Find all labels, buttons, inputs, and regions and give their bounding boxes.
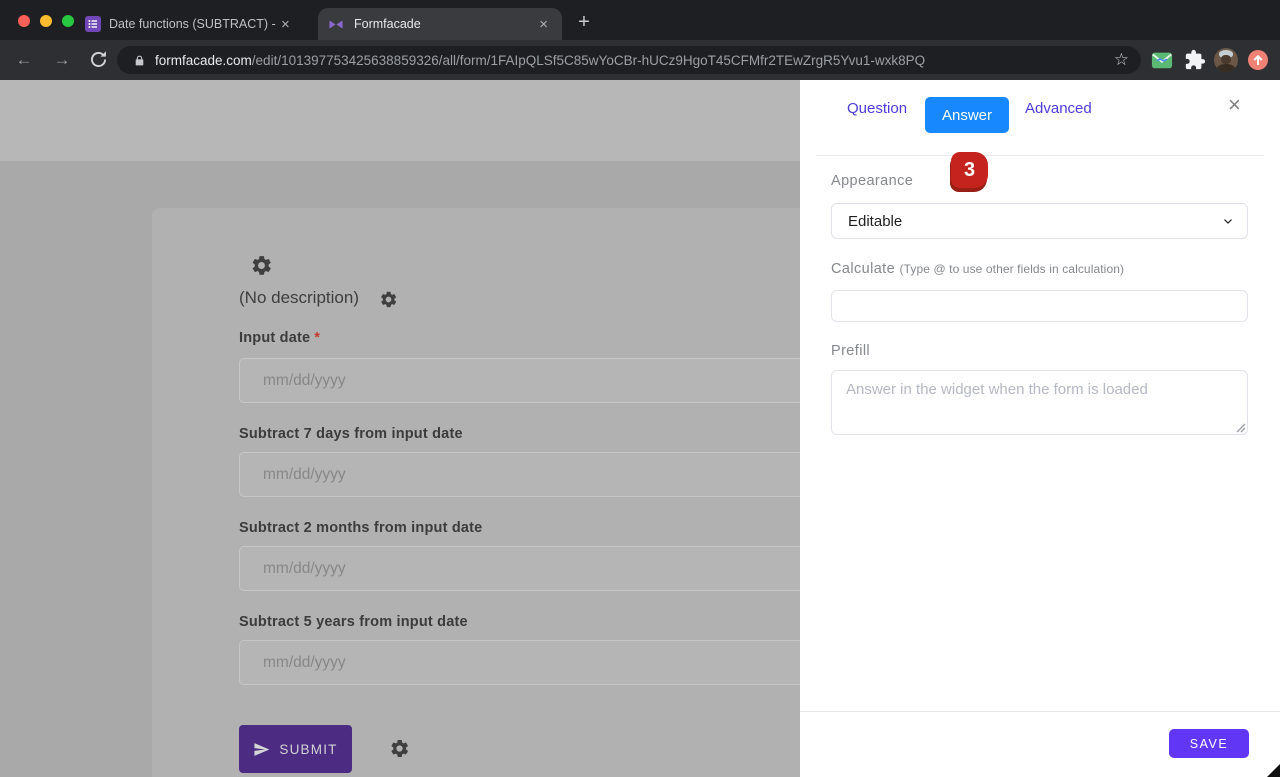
- avatar-face: [1221, 55, 1231, 64]
- url-domain: formfacade.com: [155, 53, 252, 68]
- forward-icon[interactable]: →: [50, 48, 74, 72]
- submit-label: SUBMIT: [279, 742, 337, 757]
- description-settings-gear-icon[interactable]: [379, 290, 398, 309]
- appearance-select[interactable]: Editable: [831, 203, 1248, 239]
- date-field-input-date[interactable]: [239, 358, 863, 403]
- footer-divider: [800, 711, 1280, 712]
- extensions-puzzle-icon[interactable]: [1184, 49, 1206, 71]
- send-icon: [253, 741, 270, 758]
- step-badge: 3: [951, 152, 988, 188]
- date-field-subtract-2-months[interactable]: [239, 546, 863, 591]
- browser-tab-date-functions[interactable]: Date functions (SUBTRACT) - ( ×: [85, 10, 309, 38]
- appearance-selected-value: Editable: [848, 213, 1221, 230]
- back-icon[interactable]: ←: [12, 48, 36, 72]
- tab-close-icon[interactable]: ×: [277, 15, 294, 34]
- application-window: Date functions (SUBTRACT) - ( × Formfaca…: [0, 0, 1280, 777]
- formfacade-favicon: [328, 19, 344, 30]
- tab-answer[interactable]: Answer: [925, 97, 1009, 133]
- required-asterisk: *: [314, 330, 320, 346]
- site-header: Formfacade: [0, 80, 800, 161]
- form-settings-gear-icon[interactable]: [250, 254, 273, 277]
- window-minimize-button[interactable]: [40, 15, 52, 27]
- close-icon[interactable]: ×: [1228, 94, 1241, 116]
- reload-icon[interactable]: [88, 49, 109, 70]
- submit-button[interactable]: SUBMIT: [239, 725, 352, 773]
- tab-question[interactable]: Question: [847, 100, 907, 117]
- google-forms-icon: [85, 16, 101, 32]
- appearance-label: Appearance: [831, 173, 913, 189]
- form-card: (No description) Input date* Subtract 7 …: [152, 208, 858, 777]
- date-field-subtract-7-days[interactable]: [239, 452, 863, 497]
- date-field-subtract-5-years[interactable]: [239, 640, 863, 685]
- tab-title: Date functions (SUBTRACT) - (: [109, 17, 277, 31]
- answer-editor-panel: Question Answer Advanced × 3 Appearance …: [800, 80, 1280, 777]
- lock-icon: [133, 54, 146, 67]
- save-button[interactable]: SAVE: [1169, 729, 1249, 758]
- bookmark-star-icon[interactable]: ☆: [1114, 50, 1129, 70]
- window-zoom-button[interactable]: [62, 15, 74, 27]
- prefill-label: Prefill: [831, 343, 870, 359]
- tabs-divider: [816, 155, 1264, 156]
- field-label-subtract-5-years: Subtract 5 years from input date: [239, 614, 468, 630]
- field-label-subtract-2-months: Subtract 2 months from input date: [239, 520, 482, 536]
- url-text: formfacade.com/edit/10139775342563885932…: [155, 53, 1106, 68]
- prefill-textarea[interactable]: [831, 370, 1248, 435]
- new-tab-button[interactable]: +: [570, 9, 598, 37]
- field-label-subtract-7-days: Subtract 7 days from input date: [239, 426, 463, 442]
- calculate-input[interactable]: [831, 290, 1248, 322]
- window-close-button[interactable]: [18, 15, 30, 27]
- profile-avatar[interactable]: [1214, 48, 1238, 72]
- calculate-label: Calculate (Type @ to use other fields in…: [831, 261, 1124, 277]
- avatar-body: [1217, 64, 1235, 72]
- chevron-down-icon: [1221, 214, 1235, 228]
- update-badge-icon[interactable]: [1248, 50, 1268, 70]
- url-path: /edit/101397753425638859326/all/form/1FA…: [252, 53, 925, 68]
- form-description: (No description): [239, 288, 359, 308]
- tab-close-icon[interactable]: ×: [535, 15, 552, 34]
- field-label-input-date: Input date*: [239, 330, 320, 346]
- tab-title: Formfacade: [354, 17, 535, 31]
- submit-settings-gear-icon[interactable]: [389, 738, 410, 759]
- mail-extension-icon[interactable]: [1151, 49, 1173, 71]
- browser-tab-formfacade[interactable]: Formfacade ×: [318, 8, 562, 40]
- browser-tab-strip: Date functions (SUBTRACT) - ( × Formfaca…: [0, 0, 1280, 40]
- url-address-bar[interactable]: formfacade.com/edit/10139775342563885932…: [117, 46, 1141, 74]
- tab-advanced[interactable]: Advanced: [1025, 100, 1092, 117]
- calculate-hint: (Type @ to use other fields in calculati…: [900, 262, 1125, 276]
